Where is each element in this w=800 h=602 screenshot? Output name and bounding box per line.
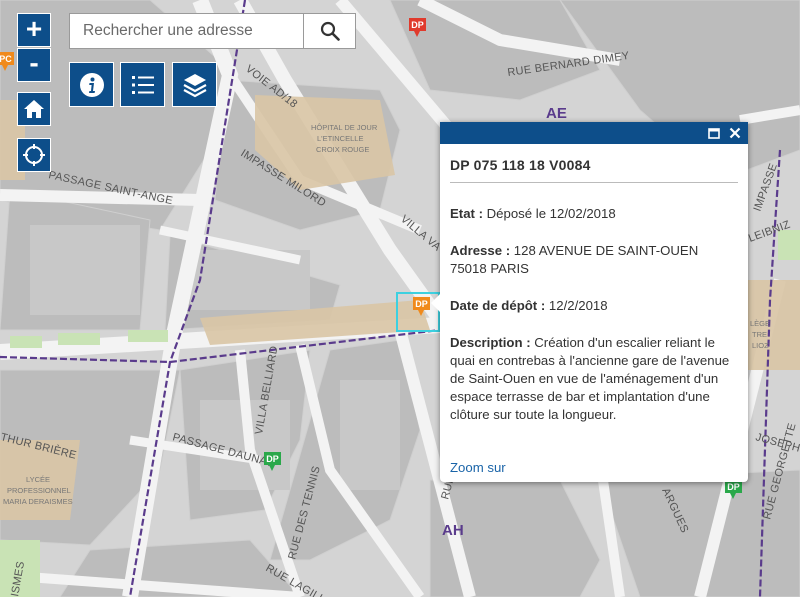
description-field: Description : Création d'un escalier rel… [450,334,738,424]
info-button[interactable] [69,62,114,107]
etat-value: Déposé le 12/02/2018 [486,206,616,221]
list-icon [131,75,154,94]
maximize-icon [708,127,720,139]
zoom-to-link[interactable]: Zoom sur [450,460,506,475]
home-button[interactable] [17,92,51,126]
description-label: Description : [450,335,531,350]
date-value: 12/2/2018 [548,298,608,313]
locate-icon [23,144,45,166]
svg-text:DP: DP [415,299,428,309]
maximize-button[interactable] [706,125,722,141]
svg-text:DP: DP [266,454,279,464]
zone-label-ae: AE [546,105,567,122]
legend-button[interactable] [120,62,165,107]
zoom-in-button[interactable]: + [17,13,51,47]
zoom-out-button[interactable]: - [17,48,51,82]
adresse-field: Adresse : 128 AVENUE DE SAINT-OUEN 75018… [450,242,738,278]
zone-label-ah: AH [442,522,464,539]
etat-field: Etat : Déposé le 12/02/2018 [450,205,738,223]
search-input[interactable] [70,14,303,48]
poi-label: LYCÉE [26,475,50,484]
popup-header [440,122,748,144]
date-label: Date de dépôt : [450,298,546,313]
popup-body: DP 075 118 18 V0084 Etat : Déposé le 12/… [440,144,748,424]
locate-button[interactable] [17,138,51,172]
info-icon [79,72,104,97]
poi-label: CROIX ROUGE [316,145,369,154]
poi-label: L'ETINCELLE [317,134,363,143]
poi-label: LÈGE [750,319,770,328]
poi-label: PROFESSIONNEL [7,486,71,495]
layers-icon [182,73,207,97]
zoom-in-label: + [25,12,43,44]
popup-pointer [431,294,440,312]
close-icon [729,127,741,139]
search-icon [320,21,340,41]
svg-text:PC: PC [0,54,12,64]
poi-label: HÔPITAL DE JOUR [311,123,378,132]
close-button[interactable] [727,125,743,141]
adresse-label: Adresse : [450,243,511,258]
poi-label: MARIA DERAISMES [3,497,73,506]
svg-text:DP: DP [727,482,740,492]
info-popup: DP 075 118 18 V0084 Etat : Déposé le 12/… [431,122,748,482]
popup-title: DP 075 118 18 V0084 [450,157,738,183]
search-box [69,13,356,49]
date-field: Date de dépôt : 12/2/2018 [450,297,738,315]
svg-text:DP: DP [411,20,424,30]
zoom-out-label: - [29,47,39,78]
poi-label: LIOZ [752,341,769,350]
etat-label: Etat : [450,206,483,221]
search-button[interactable] [303,14,355,48]
poi-label: TRE [752,330,767,339]
layers-button[interactable] [172,62,217,107]
home-icon [24,100,44,118]
